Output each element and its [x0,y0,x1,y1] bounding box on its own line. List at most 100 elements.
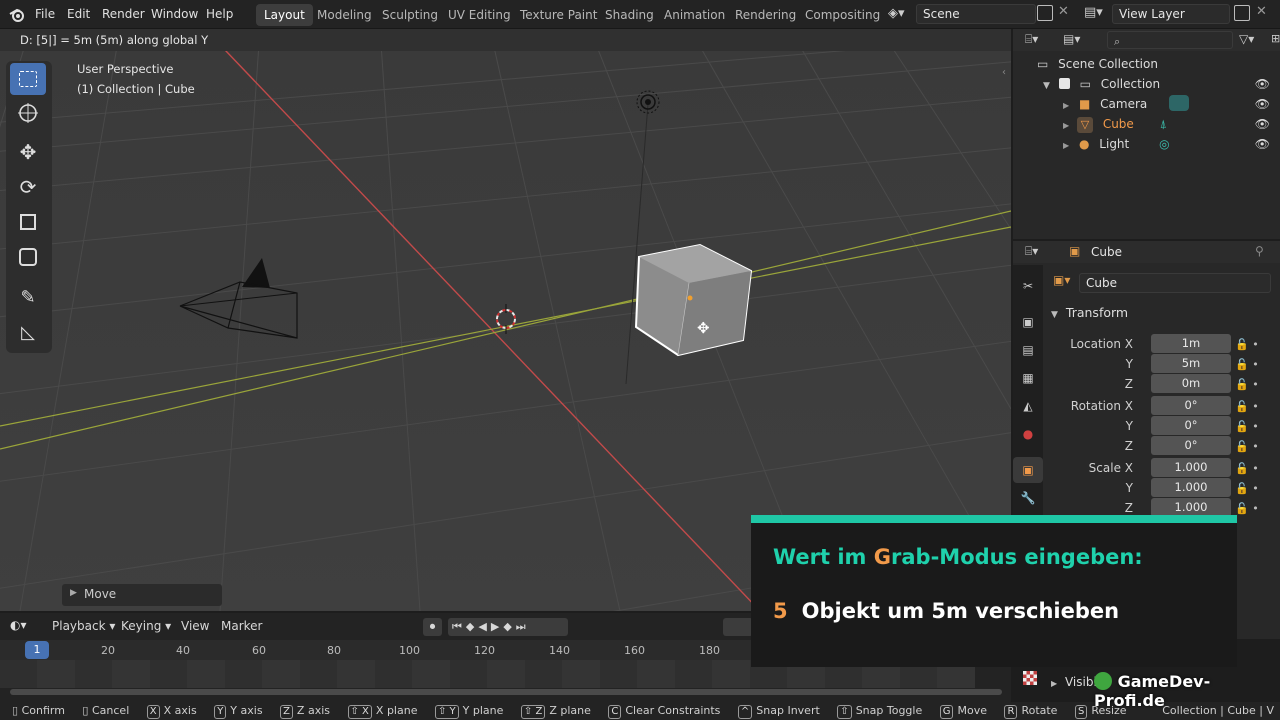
view-layer-field[interactable]: View Layer [1112,4,1230,24]
expand-arrow-icon[interactable]: ▶ [1063,101,1069,110]
lock-icon[interactable]: 🔓 • [1235,335,1259,355]
outliner-row-scene-collection[interactable]: ▭ Scene Collection [1037,54,1158,74]
view-layer-icon[interactable]: ▤▾ [1084,5,1110,23]
measure-tool[interactable]: ◺ [10,316,46,348]
texture-tab-icon[interactable] [1023,671,1037,685]
object-data-icon[interactable]: ▣▾ [1053,273,1070,287]
outliner-row-light[interactable]: ▶ ● Light ◎ 👁 [1063,134,1280,154]
menu-help[interactable]: Help [200,5,239,23]
transform-tool[interactable] [10,241,46,273]
camera-object[interactable] [175,249,310,369]
rotation-x-field[interactable]: 0° [1151,396,1231,415]
menu-playback[interactable]: Playback ▾ [52,619,115,633]
jump-end-icon[interactable]: ⏭ [516,620,530,633]
tab-texture-paint[interactable]: Texture Paint [512,4,605,26]
jump-start-icon[interactable]: ⏮ [452,620,466,633]
light-data-icon[interactable]: ◎ [1159,137,1169,151]
tab-animation[interactable]: Animation [656,4,733,26]
outliner-search-input[interactable]: ⌕ [1107,31,1233,49]
pin-icon[interactable]: ⚲ [1255,244,1264,258]
scale-tool[interactable] [10,206,46,238]
collapse-arrow-icon[interactable]: ▼ [1043,81,1050,91]
close-scene-icon[interactable]: ✕ [1058,4,1069,19]
expand-arrow-icon[interactable]: ▶ [1063,121,1069,130]
tab-sculpting[interactable]: Sculpting [374,4,446,26]
lock-icon[interactable]: 🔓 • [1235,479,1259,499]
lock-icon[interactable]: 🔓 • [1235,397,1259,417]
visibility-eye-icon[interactable]: 👁 [1255,94,1270,114]
play-icon[interactable]: ▶ [491,620,503,633]
display-mode-icon[interactable]: ▤▾ [1063,32,1080,46]
lock-icon[interactable]: 🔓 • [1235,355,1259,375]
camera-data-icon[interactable] [1169,95,1190,111]
frame-field[interactable] [723,618,753,636]
outliner-row-cube[interactable]: ▶ ▽ Cube ⍋ 👁 [1063,114,1280,134]
editor-type-icon[interactable]: ⌸▾ [1025,244,1038,259]
tab-uv-editing[interactable]: UV Editing [440,4,519,26]
3d-cursor[interactable] [492,304,520,334]
location-z-field[interactable]: 0m [1151,374,1231,393]
annotate-tool[interactable]: ✎ [10,281,46,313]
location-y-field[interactable]: 5m [1151,354,1231,373]
menu-file[interactable]: File [29,5,61,23]
close-view-layer-icon[interactable]: ✕ [1256,4,1267,19]
lock-icon[interactable]: 🔓 • [1235,499,1259,519]
tab-compositing[interactable]: Compositing [797,4,888,26]
menu-marker[interactable]: Marker [221,619,262,633]
visibility-eye-icon[interactable]: 👁 [1255,134,1270,154]
timeline-scrollbar[interactable] [10,689,1002,695]
expand-arrow-icon[interactable]: ▶ [1063,141,1069,150]
next-keyframe-icon[interactable]: ◆ [503,620,515,633]
move-tool[interactable]: ✥ [10,136,46,168]
menu-render[interactable]: Render [96,5,151,23]
scale-x-field[interactable]: 1.000 [1151,458,1231,477]
mesh-data-icon[interactable]: ⍋ [1160,117,1167,131]
duplicate-scene-icon[interactable] [1037,5,1053,21]
render-tab[interactable]: ▣ [1013,309,1043,335]
object-name-field[interactable]: Cube [1079,273,1271,293]
visibility-eye-icon[interactable]: 👁 [1255,74,1270,94]
outliner-row-collection[interactable]: ▼ ▭ Collection 👁 [1043,74,1280,94]
timeline-editor-icon[interactable]: ◐▾ [10,618,27,632]
location-x-field[interactable]: 1m [1151,334,1231,353]
select-box-tool[interactable] [10,63,46,95]
play-reverse-icon[interactable]: ◀ [478,620,490,633]
tab-modeling[interactable]: Modeling [309,4,380,26]
lock-icon[interactable]: 🔓 • [1235,437,1259,457]
tool-tab[interactable]: ✂ [1013,273,1043,299]
prev-keyframe-icon[interactable]: ◆ [466,620,478,633]
duplicate-view-layer-icon[interactable] [1234,5,1250,21]
scene-icon[interactable]: ◈▾ [888,6,914,24]
new-collection-icon[interactable]: ⊞ [1271,32,1280,45]
cube-object[interactable] [630,241,755,361]
filter-icon[interactable]: ▽▾ [1239,32,1254,46]
light-object[interactable] [634,89,662,117]
current-frame-indicator[interactable]: 1 [25,641,49,659]
cursor-tool[interactable] [10,97,46,129]
rotation-y-field[interactable]: 0° [1151,416,1231,435]
lock-icon[interactable]: 🔓 • [1235,375,1259,395]
lock-icon[interactable]: 🔓 • [1235,459,1259,479]
menu-window[interactable]: Window [145,5,204,23]
collapse-sidebar-icon[interactable]: ‹ [1002,67,1006,78]
visibility-eye-icon[interactable]: 👁 [1255,114,1270,134]
rotate-tool[interactable]: ⟳ [10,171,46,203]
scene-field[interactable]: Scene [916,4,1036,24]
blender-logo-icon[interactable] [8,6,26,24]
checkbox-icon[interactable] [1058,78,1070,89]
tab-rendering[interactable]: Rendering [727,4,804,26]
tab-shading[interactable]: Shading [597,4,662,26]
lock-icon[interactable]: 🔓 • [1235,417,1259,437]
outliner-row-camera[interactable]: ▶ ■ Camera 👁 [1063,94,1280,114]
transform-panel-header[interactable]: ▼ Transform [1051,305,1128,320]
rotation-z-field[interactable]: 0° [1151,436,1231,455]
menu-edit[interactable]: Edit [61,5,96,23]
menu-keying[interactable]: Keying ▾ [121,619,171,633]
tab-layout[interactable]: Layout [256,4,313,26]
editor-type-icon[interactable]: ⌸▾ [1025,32,1038,47]
playback-controls[interactable]: ⏮◆◀▶◆⏭ [448,618,568,636]
scale-y-field[interactable]: 1.000 [1151,478,1231,497]
record-button[interactable]: ⏺ [423,618,442,636]
menu-view[interactable]: View [181,619,209,633]
last-operator-panel[interactable]: ▶ Move [62,584,222,606]
